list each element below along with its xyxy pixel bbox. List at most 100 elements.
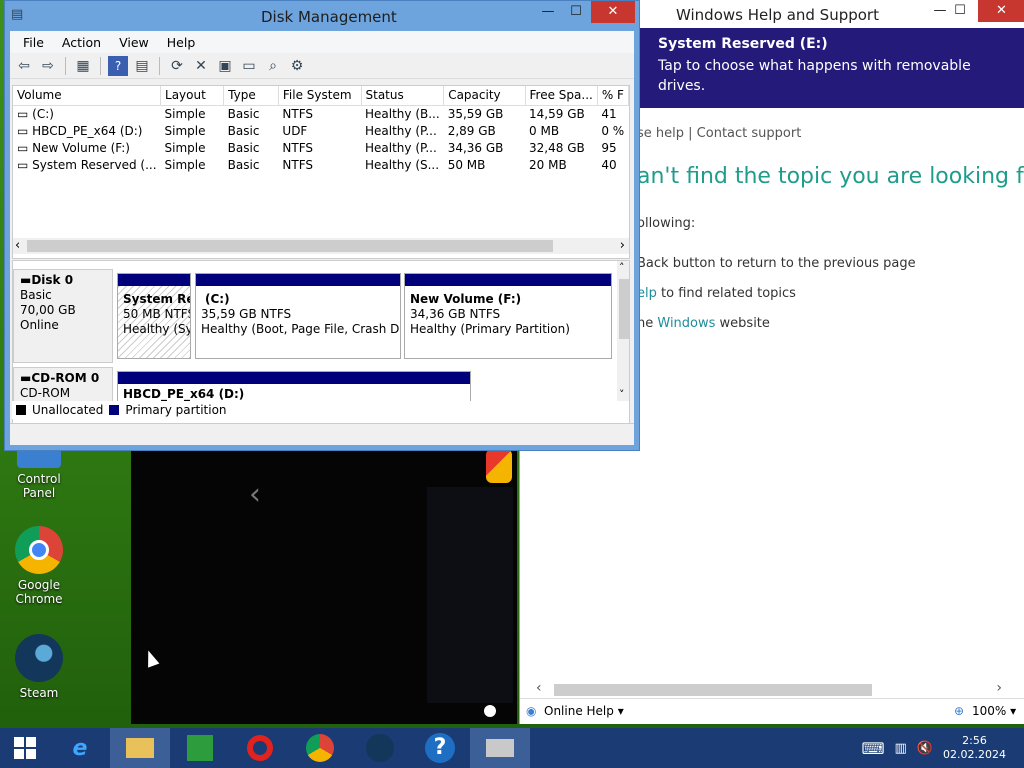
volume-table: Volume Layout Type File System Status Ca… <box>13 86 630 173</box>
drive-icon: ▭ <box>17 157 33 172</box>
steam-icon <box>15 634 63 682</box>
toast-body: Tap to choose what happens with removabl… <box>658 58 971 94</box>
scroll-left-icon[interactable]: ‹ <box>536 680 542 696</box>
vertical-scrollbar[interactable]: ˄ ˅ <box>617 261 629 401</box>
legend-swatch-primary <box>109 405 120 415</box>
dm-titlebar[interactable]: ▤ Disk Management — ☐ ✕ <box>5 1 639 31</box>
desktop-icon-control-panel[interactable]: Control Panel <box>2 444 76 500</box>
table-row[interactable]: ▭ System Reserved (... Simple Basic NTFS H… <box>13 156 629 173</box>
horizontal-scrollbar[interactable]: ‹ › <box>536 680 1002 696</box>
delete-icon[interactable]: ✕ <box>191 56 211 76</box>
volume-muted-icon[interactable]: 🔇 <box>917 741 933 756</box>
scroll-left-icon[interactable]: ‹ <box>15 238 20 253</box>
close-button[interactable]: ✕ <box>978 0 1024 22</box>
column-header[interactable]: File System <box>278 86 362 106</box>
column-header[interactable]: Free Spa... <box>525 86 598 106</box>
table-row[interactable]: ▭ HBCD_PE_x64 (D:) Simple Basic UDF Health… <box>13 122 629 139</box>
chrome-icon <box>306 734 334 762</box>
taskbar-file-explorer[interactable] <box>110 728 170 768</box>
maximize-button[interactable]: ☐ <box>943 0 977 22</box>
check-disk-icon[interactable]: ▣ <box>215 56 235 76</box>
table-row[interactable]: ▭ (C:) Simple Basic NTFS Healthy (B... 35,5… <box>13 105 629 122</box>
notification-toast[interactable]: System Reserved (E:) Tap to choose what … <box>640 28 1024 108</box>
forward-icon[interactable]: ⇨ <box>38 56 58 76</box>
partition-name: HBCD_PE_x64 (D:) <box>123 387 245 401</box>
column-header[interactable]: Capacity <box>443 86 526 106</box>
desktop-icon-google-chrome[interactable]: Google Chrome <box>2 526 76 606</box>
search-icon[interactable]: ⌕ <box>263 56 283 76</box>
zoom-dropdown[interactable]: 100% ▾ <box>972 704 1016 718</box>
windows-website-link[interactable]: Windows <box>657 316 715 331</box>
disk-icon: ▬ <box>20 273 32 287</box>
column-header[interactable]: Layout <box>160 86 225 106</box>
disk-type: Basic <box>20 288 52 302</box>
scroll-thumb[interactable] <box>27 240 553 252</box>
partition-f[interactable]: New Volume (F:) 34,36 GB NTFS Healthy (P… <box>404 273 612 359</box>
menu-view[interactable]: View <box>110 35 158 50</box>
partition-bar <box>118 372 470 384</box>
taskbar-steam[interactable] <box>350 728 410 768</box>
taskbar-disk-management[interactable] <box>470 728 530 768</box>
menu-help[interactable]: Help <box>158 35 205 50</box>
dm-client: File Action View Help ⇦ ⇨ ▦ ? ▤ ⟳ ✕ ▣ ▭ … <box>10 31 634 445</box>
online-help-dropdown[interactable]: Online Help ▾ <box>544 704 624 718</box>
help-link[interactable]: se help <box>637 126 684 141</box>
back-icon[interactable]: ⇦ <box>14 56 34 76</box>
tip-help: elp to find related topics <box>637 286 796 301</box>
scroll-thumb[interactable] <box>619 279 629 339</box>
menu-action[interactable]: Action <box>53 35 110 50</box>
column-header[interactable]: Status <box>361 86 445 106</box>
scroll-down-icon[interactable]: ˅ <box>619 388 625 401</box>
chevron-left-icon[interactable]: ‹ <box>249 477 261 512</box>
column-header[interactable]: % F <box>597 86 630 106</box>
chrome-icon <box>15 526 63 574</box>
maximize-button[interactable]: ☐ <box>561 1 591 23</box>
scroll-right-icon[interactable]: › <box>620 238 625 253</box>
partition-status: Healthy (Primary Partition) <box>410 322 570 336</box>
minimize-button[interactable]: — <box>533 1 563 23</box>
start-button[interactable] <box>0 728 50 768</box>
close-button[interactable]: ✕ <box>591 1 635 23</box>
open-folder-icon[interactable]: ▭ <box>239 56 259 76</box>
scroll-up-icon[interactable]: ˄ <box>619 261 625 274</box>
column-header[interactable]: Type <box>223 86 279 106</box>
desktop-icon-label: Google Chrome <box>15 578 63 606</box>
tip-website: ne Windows website <box>637 316 770 331</box>
partition-status: Healthy (Sys <box>123 322 190 336</box>
column-header[interactable]: Volume <box>13 86 162 106</box>
table-header-row: Volume Layout Type File System Status Ca… <box>13 86 630 106</box>
settings-icon[interactable]: ⚙ <box>287 56 307 76</box>
scroll-thumb[interactable] <box>554 684 872 696</box>
legend-label: Unallocated <box>32 403 104 417</box>
taskbar-chrome[interactable] <box>290 728 350 768</box>
steam-icon <box>366 734 394 762</box>
clock[interactable]: 2:56 02.02.2024 <box>943 734 1006 762</box>
refresh-icon[interactable]: ⟳ <box>167 56 187 76</box>
taskbar-opera[interactable] <box>230 728 290 768</box>
disk-type: CD-ROM <box>20 386 71 400</box>
properties-icon[interactable]: ▤ <box>132 56 152 76</box>
disk-state: Online <box>20 318 59 332</box>
menu-file[interactable]: File <box>14 35 53 50</box>
keyboard-icon[interactable]: ⌨ <box>861 739 884 758</box>
help-icon[interactable]: ? <box>108 55 128 76</box>
taskbar-store[interactable] <box>170 728 230 768</box>
app-icon: ▤ <box>11 7 24 22</box>
partition-c[interactable]: (C:) 35,59 GB NTFS Healthy (Boot, Page F… <box>195 273 401 359</box>
opera-icon <box>247 735 273 761</box>
partition-system-reserved[interactable]: System Res 50 MB NTFS Healthy (Sys <box>117 273 191 359</box>
contact-support-link[interactable]: Contact support <box>697 126 802 141</box>
page-indicator-dot[interactable] <box>484 705 496 717</box>
table-row[interactable]: ▭ New Volume (F:) Simple Basic NTFS Health… <box>13 139 629 156</box>
network-icon[interactable]: ▥ <box>895 741 907 756</box>
taskbar-help[interactable]: ? <box>410 728 470 768</box>
desktop-icon-steam[interactable]: Steam <box>2 634 76 700</box>
partition-name: New Volume (F:) <box>410 292 522 306</box>
taskbar-internet-explorer[interactable]: e <box>50 728 110 768</box>
partition-bar <box>405 274 611 286</box>
console-tree-icon[interactable]: ▦ <box>73 56 93 76</box>
toolbar-separator <box>100 56 101 75</box>
horizontal-scrollbar[interactable]: ‹ › <box>13 238 629 254</box>
disk0-label[interactable]: ▬Disk 0 Basic 70,00 GB Online <box>13 269 113 363</box>
scroll-right-icon[interactable]: › <box>996 680 1002 696</box>
